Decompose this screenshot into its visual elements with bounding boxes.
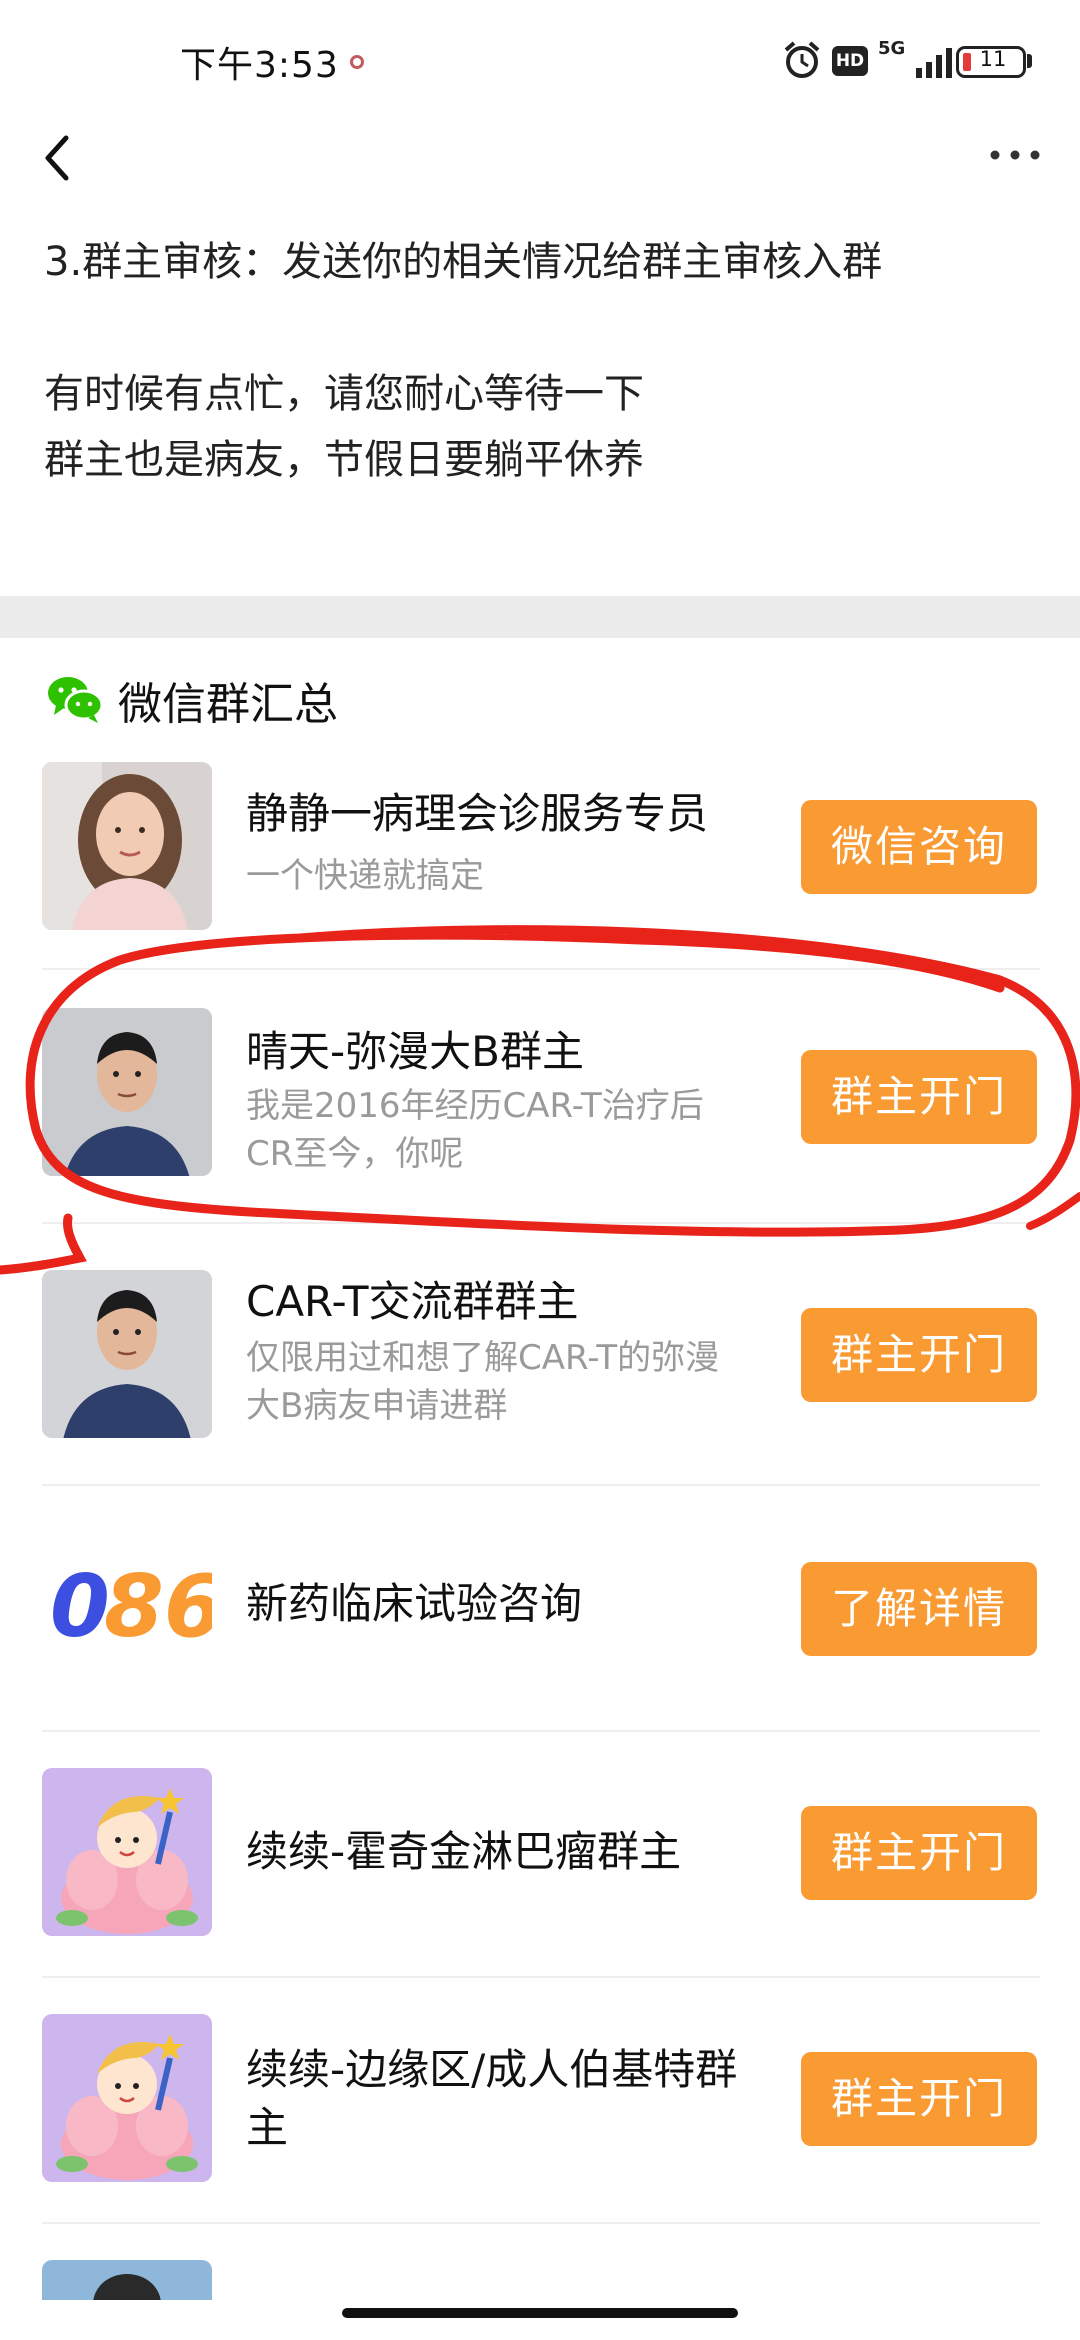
avatar xyxy=(42,1768,212,1936)
battery-level-text: 11 xyxy=(979,47,1007,71)
row-separator xyxy=(42,1976,1040,1978)
section-divider xyxy=(0,596,1080,638)
brand-logo: 0 86 xyxy=(42,1520,212,1688)
group-owner-open-button[interactable]: 群主开门 xyxy=(801,2052,1037,2146)
battery-level-fill xyxy=(963,53,971,71)
wechat-icon xyxy=(48,677,104,723)
battery-tip xyxy=(1027,54,1032,68)
item-subtitle: 一个快递就搞定 xyxy=(246,856,484,896)
item-subtitle-line-1: 我是2016年经历CAR-T治疗后 xyxy=(246,1086,704,1126)
list-item[interactable]: 静静一病理会诊服务专员 一个快递就搞定 微信咨询 xyxy=(0,762,1080,930)
status-time: 下午3:53 xyxy=(180,45,339,86)
battery-icon: 11 xyxy=(956,46,1026,78)
item-title: 新药临床试验咨询 xyxy=(246,1579,583,1628)
group-owner-open-button[interactable]: 群主开门 xyxy=(801,1050,1037,1144)
avatar xyxy=(42,1270,212,1438)
item-subtitle-line-2: CR至今，你呢 xyxy=(246,1134,464,1174)
avatar-partial xyxy=(42,2260,212,2300)
notification-dot-icon xyxy=(350,55,364,69)
logo-digits-86: 86 xyxy=(104,1557,212,1657)
item-title-line-2: 主 xyxy=(246,2103,289,2152)
group-owner-open-button[interactable]: 群主开门 xyxy=(801,1806,1037,1900)
logo-digit-0: 0 xyxy=(50,1557,110,1657)
back-arrow-icon[interactable] xyxy=(36,130,80,186)
item-subtitle-line-2: 大B病友申请进群 xyxy=(246,1386,508,1426)
hd-icon: HD xyxy=(832,46,868,76)
item-title: 续续-霍奇金淋巴瘤群主 xyxy=(246,1827,682,1876)
more-dots-icon[interactable] xyxy=(985,135,1045,175)
list-item[interactable]: CAR-T交流群群主 仅限用过和想了解CAR-T的弥漫 大B病友申请进群 群主开… xyxy=(0,1270,1080,1450)
group-owner-open-button[interactable]: 群主开门 xyxy=(801,1308,1037,1402)
wechat-consult-button[interactable]: 微信咨询 xyxy=(801,800,1037,894)
alarm-icon xyxy=(784,41,820,78)
item-title-line-1: 续续-边缘区/成人伯基特群 xyxy=(246,2045,738,2094)
network-type-label: 5G xyxy=(878,38,906,59)
item-title: 静静一病理会诊服务专员 xyxy=(246,789,709,838)
list-item[interactable]: 续续-霍奇金淋巴瘤群主 群主开门 xyxy=(0,1768,1080,1936)
item-title: 晴天-弥漫大B群主 xyxy=(246,1027,584,1076)
notice-line-holiday: 群主也是病友，节假日要躺平休养 xyxy=(44,437,644,483)
avatar xyxy=(42,2014,212,2182)
page: 下午3:53 HD 5G 11 3.群主审核：发送你的相关情况给群主审核入群 有… xyxy=(0,0,1080,2340)
row-separator xyxy=(42,968,1040,970)
item-title: CAR-T交流群群主 xyxy=(246,1277,579,1326)
status-bar: 下午3:53 HD 5G 11 xyxy=(0,0,1080,120)
list-item[interactable]: 0 86 新药临床试验咨询 了解详情 xyxy=(0,1520,1080,1688)
section-title: 微信群汇总 xyxy=(118,679,338,730)
row-separator xyxy=(42,1222,1040,1224)
list-item[interactable]: 续续-边缘区/成人伯基特群 主 群主开门 xyxy=(0,2014,1080,2182)
row-separator xyxy=(42,2222,1040,2224)
home-indicator[interactable] xyxy=(342,2308,738,2318)
learn-more-button[interactable]: 了解详情 xyxy=(801,1562,1037,1656)
list-item[interactable]: 晴天-弥漫大B群主 我是2016年经历CAR-T治疗后 CR至今，你呢 群主开门 xyxy=(0,1008,1080,1188)
item-subtitle-line-1: 仅限用过和想了解CAR-T的弥漫 xyxy=(246,1338,720,1378)
avatar xyxy=(42,762,212,930)
avatar xyxy=(42,1008,212,1176)
row-separator xyxy=(42,1484,1040,1486)
row-separator xyxy=(42,1730,1040,1732)
notice-step-3: 3.群主审核：发送你的相关情况给群主审核入群 xyxy=(44,239,883,285)
notice-line-patience: 有时候有点忙，请您耐心等待一下 xyxy=(44,371,644,417)
